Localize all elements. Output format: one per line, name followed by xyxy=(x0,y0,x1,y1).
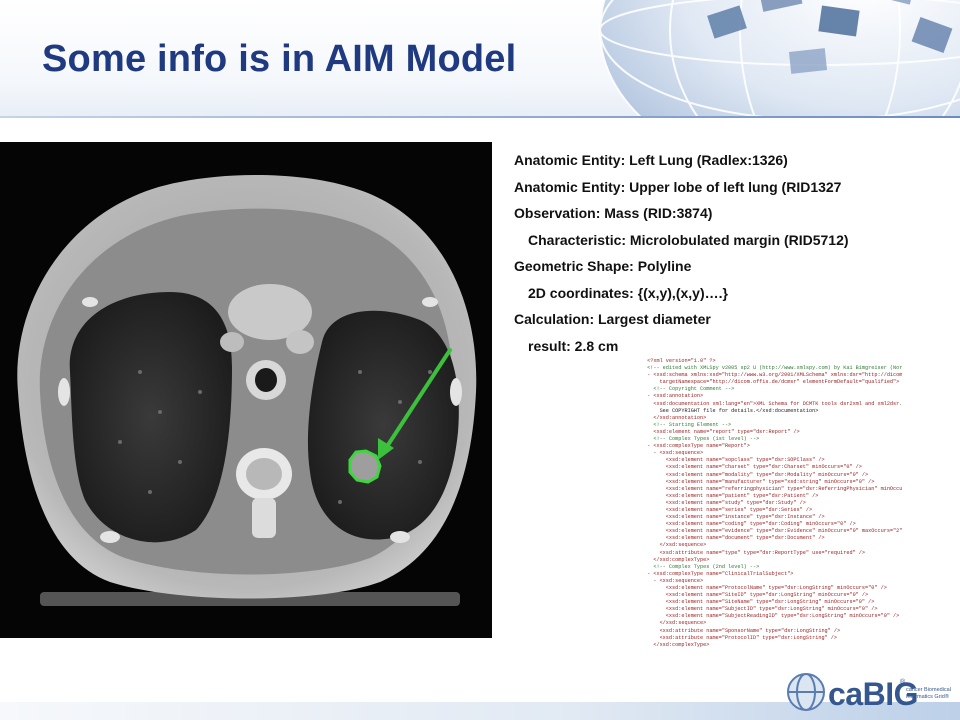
xml-schema-line: <xsd:documentation xml:lang="en">XML Sch… xyxy=(644,400,902,407)
cabig-globe-icon xyxy=(787,673,825,711)
xml-schema-line: <!-- Starting Element --> xyxy=(644,421,732,428)
annotation-line: Geometric Shape: Polyline xyxy=(514,258,692,274)
aim-annotation-list: Anatomic Entity: Left Lung (Radlex:1326)… xyxy=(514,150,954,362)
xml-schema-line: <xsd:element name="charset" type="dsr:Ch… xyxy=(644,464,862,471)
cabig-tagline: cancer Biomedical Informatics Grid® xyxy=(906,687,951,700)
xml-schema-line: <xsd:element name="instance" type="dsr:I… xyxy=(644,514,825,521)
xml-schema-line: <xsd:element name="series" type="dsr:Ser… xyxy=(644,506,813,513)
xml-schema-line: <xsd:element name="coding" type="dsr:Cod… xyxy=(644,521,856,528)
annotation-line: Anatomic Entity: Left Lung (Radlex:1326) xyxy=(514,152,788,168)
xml-schema-line: - <xsd:sequence> xyxy=(644,450,704,457)
annotation-line: Anatomic Entity: Upper lobe of left lung… xyxy=(514,178,842,195)
xml-schema-line: <!-- Complex Types (2nd level) --> xyxy=(644,563,760,570)
xml-schema-line: <xsd:element name="SubjectReadingID" typ… xyxy=(644,613,900,620)
slide-header: Some info is in AIM Model xyxy=(0,0,960,118)
annotation-line: Characteristic: Microlobulated margin (R… xyxy=(528,231,849,248)
xml-schema-line: <xsd:element name="modality" type="dsr:M… xyxy=(644,471,869,478)
cabig-registered-mark: ® xyxy=(900,679,906,686)
xml-schema-line: <!-- Copyright Comment --> xyxy=(644,386,735,393)
xml-schema-line: targetNamespace="http://dicom.offis.de/d… xyxy=(644,379,900,386)
globe-decoration-graphic xyxy=(599,0,960,116)
xml-schema-line: <xsd:element name="document" type="dsr:D… xyxy=(644,535,825,542)
xml-schema-line: <xsd:attribute name="SponsorName" type="… xyxy=(644,627,841,634)
xml-schema-line: <xsd:element name="SubjectID" type="dsr:… xyxy=(644,606,878,613)
xml-schema-line: <xsd:element name="sopclass" type="dsr:S… xyxy=(644,457,825,464)
xml-schema-line: </xsd:sequence> xyxy=(644,620,707,627)
xml-schema-line: <!-- Complex Types (1st level) --> xyxy=(644,436,760,443)
xml-schema-line: </xsd:annotation> xyxy=(644,414,707,421)
xml-schema-line: <?xml version="1.0" ?> xyxy=(644,358,716,364)
lesion-roi-outline xyxy=(348,449,382,484)
ct-scan-image xyxy=(0,142,492,638)
header-divider xyxy=(0,116,960,118)
annotation-line: Calculation: Largest diameter xyxy=(514,311,711,327)
xml-schema-line: <xsd:element name="report" type="dsr:Rep… xyxy=(644,428,800,435)
xml-schema-line: - <xsd:complexType name="Report"> xyxy=(644,443,750,450)
xml-schema-line: - <xsd:schema xmlns:xsd="http://www.w3.o… xyxy=(644,372,902,379)
xml-schema-line: <xsd:element name="manufacturer" type="x… xyxy=(644,478,875,485)
xml-schema-line: <xsd:element name="evidence" type="dsr:E… xyxy=(644,528,902,535)
xml-schema-line: <xsd:element name="SiteID" type="dsr:Lon… xyxy=(644,592,869,599)
xml-schema-panel: <?xml version="1.0" ?> <!-- edited with … xyxy=(644,358,902,648)
annotation-line: 2D coordinates: {(x,y),(x,y)….} xyxy=(528,284,728,301)
xml-schema-line: - <xsd:sequence> xyxy=(644,577,704,584)
slide-title: Some info is in AIM Model xyxy=(42,38,517,80)
xml-schema-line: See COPYRIGHT file for details.</xsd:doc… xyxy=(644,407,819,414)
annotation-line: Observation: Mass (RID:3874) xyxy=(514,205,713,221)
xml-schema-line: <xsd:element name="SiteName" type="dsr:L… xyxy=(644,599,875,606)
xml-schema-line: <!-- edited with XMLSpy v2005 sp2 U (htt… xyxy=(644,365,902,372)
xml-schema-line: <xsd:element name="ProtocolName" type="d… xyxy=(644,585,887,591)
xml-schema-line: <xsd:attribute name="ProtocolID" type="d… xyxy=(644,634,838,641)
xml-schema-line: <xsd:attribute name="type" type="dsr:Rep… xyxy=(644,549,866,556)
xml-schema-line: </xsd:complexType> xyxy=(644,641,710,648)
xml-schema-line: - <xsd:annotation> xyxy=(644,393,704,400)
xml-schema-line: - <xsd:complexType name="ClinicalTrialSu… xyxy=(644,570,794,577)
xml-schema-line: <xsd:element name="referringphysician" t… xyxy=(644,485,902,492)
xml-schema-line: </xsd:complexType> xyxy=(644,556,710,563)
xml-schema-line: <xsd:element name="study" type="dsr:Stud… xyxy=(644,499,806,506)
xml-schema-line: </xsd:sequence> xyxy=(644,542,707,549)
xml-schema-line: <xsd:element name="patient" type="dsr:Pa… xyxy=(644,492,819,499)
